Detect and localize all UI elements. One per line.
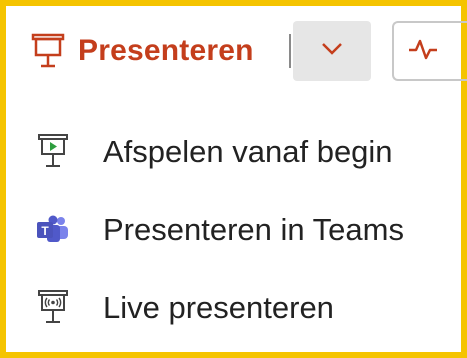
svg-text:T: T bbox=[41, 224, 49, 238]
play-from-start-icon bbox=[36, 132, 70, 172]
menu-item-live-present[interactable]: Live presenteren bbox=[6, 270, 461, 346]
activity-button[interactable] bbox=[392, 21, 467, 81]
present-options-dropdown-button[interactable] bbox=[293, 21, 371, 81]
chevron-down-icon bbox=[321, 42, 343, 61]
present-options-menu: Afspelen vanaf begin T Presenteren in Te… bbox=[6, 100, 461, 352]
menu-item-label: Live presenteren bbox=[103, 290, 334, 325]
menu-item-label: Presenteren in Teams bbox=[103, 212, 404, 247]
menu-item-label: Afspelen vanaf begin bbox=[103, 134, 393, 169]
split-divider bbox=[289, 34, 291, 68]
present-button-label: Presenteren bbox=[78, 34, 254, 67]
teams-icon: T bbox=[36, 210, 70, 250]
presentation-screen-icon bbox=[28, 31, 68, 71]
live-present-icon bbox=[36, 288, 70, 328]
menu-item-present-in-teams[interactable]: T Presenteren in Teams bbox=[6, 192, 461, 268]
menu-item-play-from-start[interactable]: Afspelen vanaf begin bbox=[6, 114, 461, 190]
present-button[interactable]: Presenteren bbox=[16, 21, 296, 81]
present-toolbar: Presenteren bbox=[6, 6, 467, 100]
pulse-icon bbox=[408, 37, 438, 66]
